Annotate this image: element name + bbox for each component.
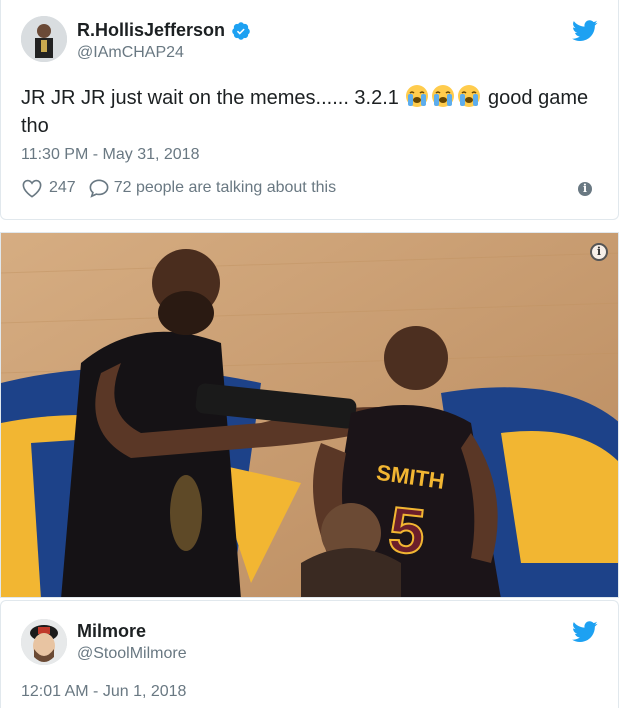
tweet-media-image[interactable]: SMITH 5 i <box>0 232 619 598</box>
tweet-card: Milmore @StoolMilmore 12:01 AM - Jun 1, … <box>0 600 619 708</box>
jersey-number-text: 5 <box>386 493 429 568</box>
like-count[interactable]: 247 <box>49 179 76 197</box>
talking-count[interactable]: 72 people are talking about this <box>114 179 336 197</box>
author-handle[interactable]: @IAmCHAP24 <box>77 44 251 62</box>
loudly-crying-face-icon <box>457 84 481 108</box>
heart-icon[interactable] <box>21 178 43 198</box>
tweet-text: JR JR JR just wait on the memes...... 3.… <box>21 84 594 140</box>
tweet-timestamp[interactable]: 12:01 AM - Jun 1, 2018 <box>21 683 186 701</box>
twitter-bird-icon[interactable] <box>572 20 598 42</box>
author-display-name[interactable]: Milmore <box>77 621 146 642</box>
display-name-text: Milmore <box>77 621 147 641</box>
loudly-crying-face-icon <box>431 84 455 108</box>
author-handle[interactable]: @StoolMilmore <box>77 645 187 663</box>
verified-badge-icon <box>232 21 250 40</box>
basketball-photo: SMITH 5 <box>1 233 618 597</box>
twitter-bird-icon[interactable] <box>572 621 598 643</box>
media-info-icon[interactable]: i <box>590 243 608 261</box>
author-display-name[interactable]: R.HollisJefferson <box>77 20 251 41</box>
author-block[interactable]: R.HollisJefferson @IAmCHAP24 <box>77 20 251 62</box>
tweet-card: R.HollisJefferson @IAmCHAP24 JR JR JR ju… <box>0 0 619 220</box>
info-icon[interactable]: i <box>578 182 592 196</box>
avatar[interactable] <box>21 16 67 62</box>
tweet-text-part: JR JR JR just wait on the memes...... 3.… <box>21 87 399 109</box>
tweet-timestamp[interactable]: 11:30 PM - May 31, 2018 <box>21 146 199 164</box>
avatar[interactable] <box>21 619 67 665</box>
display-name-text: R.HollisJefferson <box>77 20 226 40</box>
tweet-actions: 247 72 people are talking about this <box>21 178 336 198</box>
speech-bubble-icon[interactable] <box>88 178 110 198</box>
author-block[interactable]: Milmore @StoolMilmore <box>77 621 187 663</box>
loudly-crying-face-icon <box>405 84 429 108</box>
